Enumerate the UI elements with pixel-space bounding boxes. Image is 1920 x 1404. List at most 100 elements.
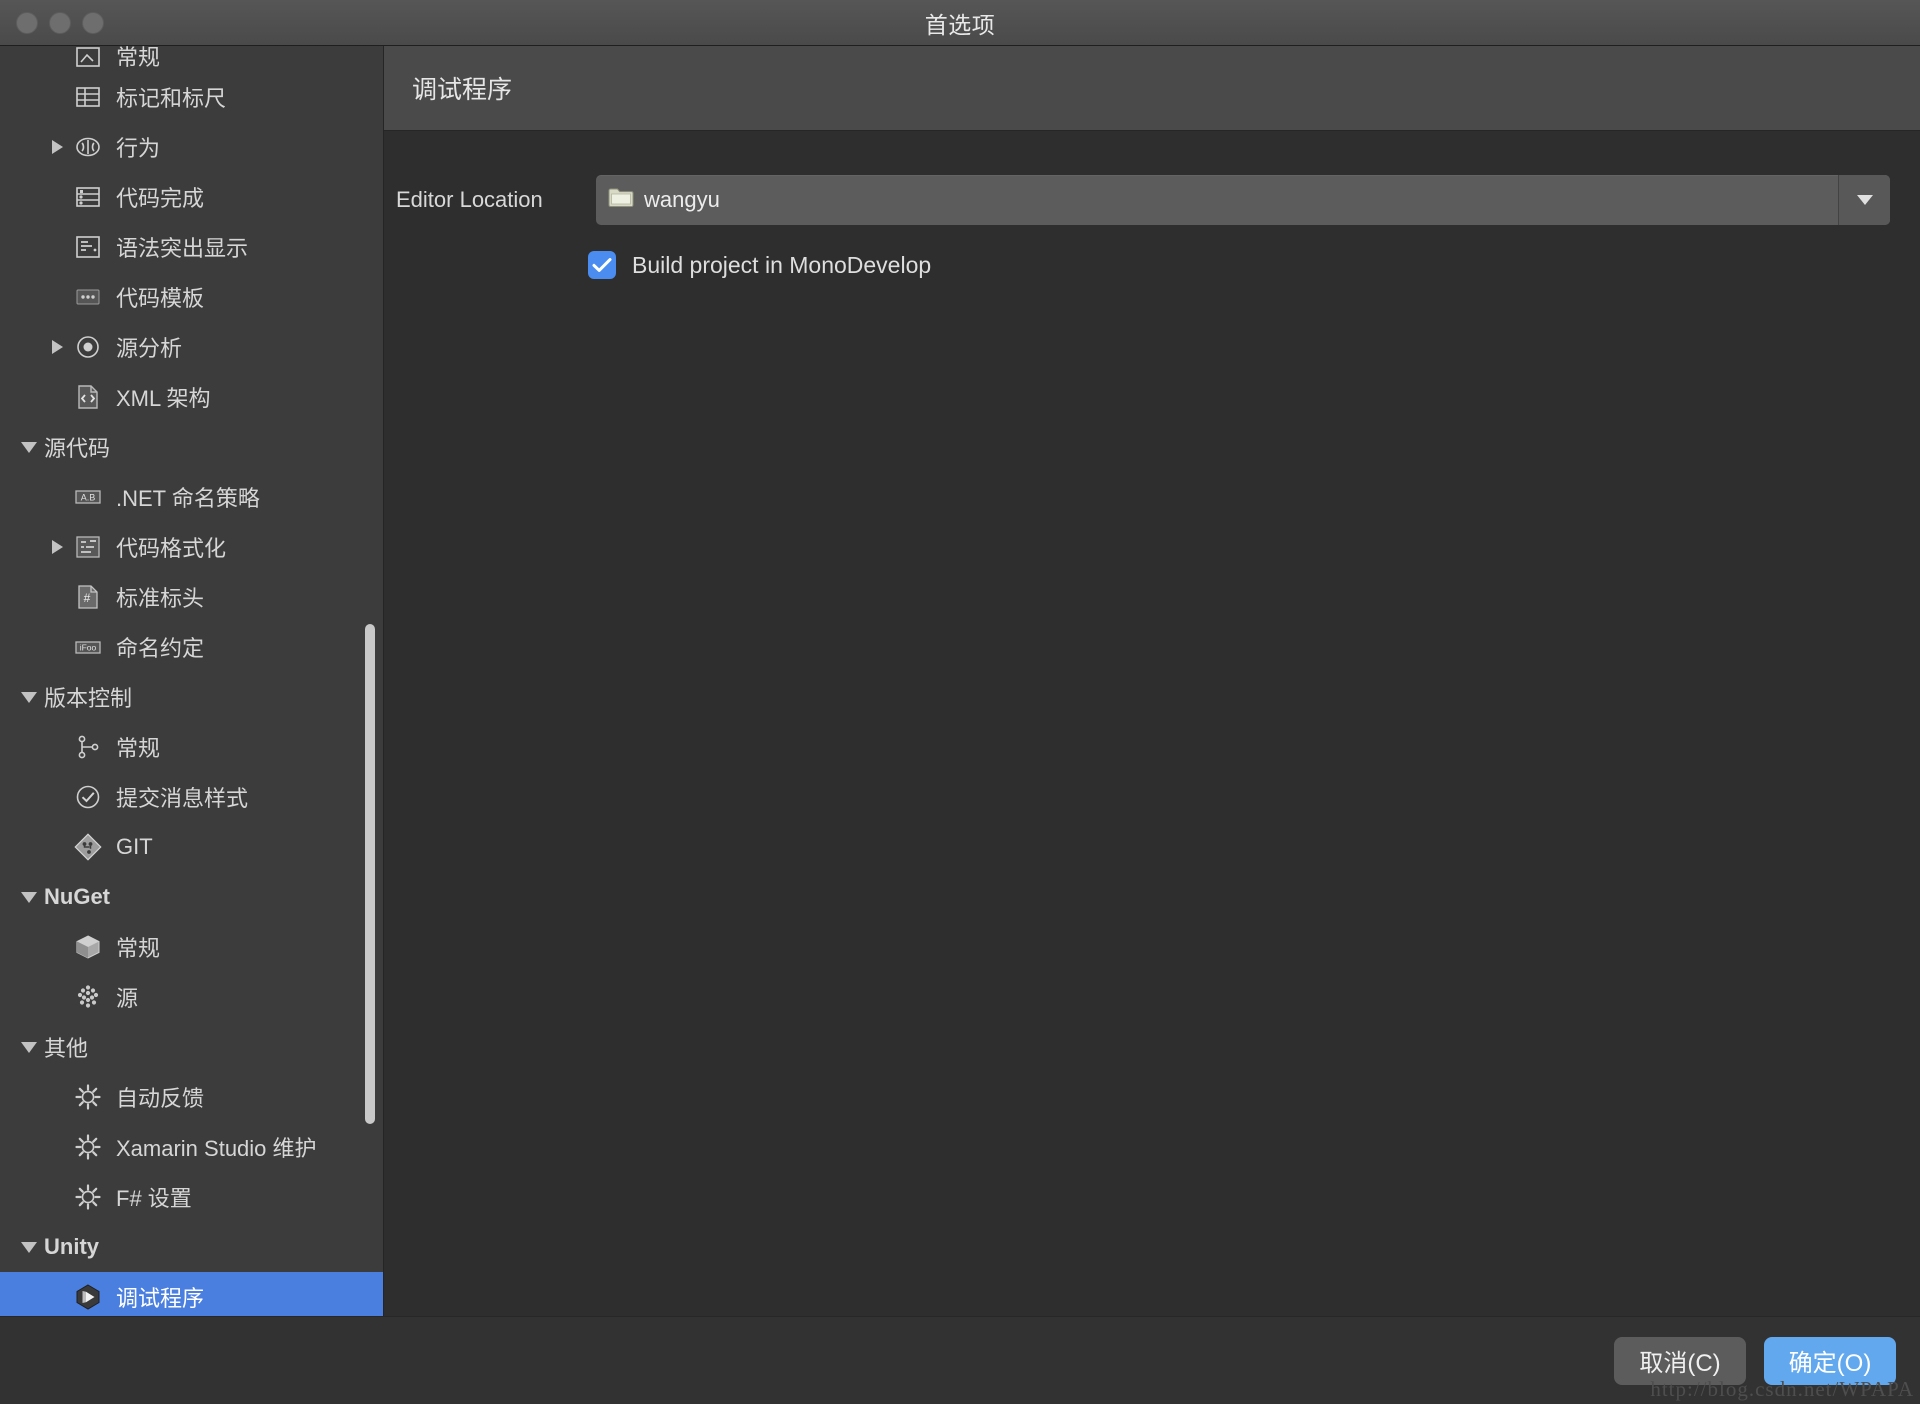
code-completion-icon bbox=[72, 182, 104, 212]
minimize-button[interactable] bbox=[49, 11, 71, 34]
sidebar-item-8[interactable]: 源代码 bbox=[0, 422, 383, 472]
sidebar-item-label: GIT bbox=[116, 834, 153, 859]
chevron-down-icon[interactable] bbox=[14, 1041, 44, 1053]
sidebar-item-label: 代码完成 bbox=[116, 186, 205, 211]
sidebar-item-label: 常规 bbox=[116, 736, 161, 761]
sidebar-item-16[interactable]: GIT bbox=[0, 822, 383, 872]
window-titlebar: 首选项 bbox=[0, 0, 1920, 46]
window-body: 常规 标记和标尺 行为 代码完成 语法突出显示 代码模板 源分析 XML 架构 源代码 A.B .N… bbox=[0, 46, 1920, 1316]
ok-button[interactable]: 确定(O) bbox=[1764, 1336, 1896, 1385]
gear-icon bbox=[72, 1082, 104, 1112]
standard-header-icon: # bbox=[72, 582, 104, 612]
chevron-down-icon[interactable] bbox=[14, 441, 44, 453]
editor-location-dropdown-button[interactable] bbox=[1838, 175, 1890, 225]
sidebar-item-label: 常规 bbox=[116, 936, 161, 961]
chevron-down-icon[interactable] bbox=[14, 691, 44, 703]
editor-location-combobox[interactable]: wangyu bbox=[596, 175, 1890, 225]
build-project-checkbox[interactable] bbox=[588, 251, 616, 279]
sidebar-item-label: 标准标头 bbox=[116, 586, 205, 611]
sidebar-item-18[interactable]: 常规 bbox=[0, 922, 383, 972]
chevron-down-icon[interactable] bbox=[14, 1241, 44, 1253]
sidebar-item-2[interactable]: 行为 bbox=[0, 122, 383, 172]
sidebar-item-label: Xamarin Studio 维护 bbox=[116, 1136, 317, 1161]
sidebar-item-13[interactable]: 版本控制 bbox=[0, 672, 383, 722]
build-project-checkbox-row[interactable]: Build project in MonoDevelop bbox=[384, 251, 1890, 279]
sidebar-item-label: 常规 bbox=[116, 46, 161, 70]
chevron-down-icon[interactable] bbox=[14, 891, 44, 903]
sidebar-item-6[interactable]: 源分析 bbox=[0, 322, 383, 372]
content-main: Editor Location wangyu Build project in … bbox=[384, 131, 1920, 1316]
build-project-label: Build project in MonoDevelop bbox=[632, 251, 932, 278]
code-format-icon bbox=[72, 532, 104, 562]
gear-icon bbox=[72, 1132, 104, 1162]
sidebar-item-label: F# 设置 bbox=[116, 1186, 192, 1211]
commit-message-icon bbox=[72, 782, 104, 812]
sidebar-item-20[interactable]: 其他 bbox=[0, 1022, 383, 1072]
syntax-highlight-icon bbox=[72, 232, 104, 262]
sidebar-item-24[interactable]: Unity bbox=[0, 1222, 383, 1272]
sidebar-item-label: 代码模板 bbox=[116, 286, 205, 311]
naming-convention-icon: iFoo bbox=[72, 632, 104, 662]
preferences-content: 调试程序 Editor Location wangyu Build projec… bbox=[384, 46, 1920, 1316]
chevron-right-icon[interactable] bbox=[42, 140, 72, 154]
cancel-button[interactable]: 取消(C) bbox=[1614, 1336, 1746, 1385]
general-icon bbox=[72, 46, 104, 72]
zoom-button[interactable] bbox=[82, 11, 104, 34]
sidebar-item-label: .NET 命名策略 bbox=[116, 486, 260, 511]
sidebar-item-21[interactable]: 自动反馈 bbox=[0, 1072, 383, 1122]
sidebar-item-label: NuGet bbox=[44, 884, 110, 909]
chevron-right-icon[interactable] bbox=[42, 340, 72, 354]
sidebar-scrollbar[interactable] bbox=[365, 624, 375, 1124]
xml-schema-icon bbox=[72, 382, 104, 412]
editor-location-value-area[interactable]: wangyu bbox=[596, 175, 1838, 225]
sidebar-item-17[interactable]: NuGet bbox=[0, 872, 383, 922]
sidebar-item-1[interactable]: 标记和标尺 bbox=[0, 72, 383, 122]
unity-icon bbox=[72, 1282, 104, 1312]
sidebar-item-label: 标记和标尺 bbox=[116, 86, 227, 111]
markers-rulers-icon bbox=[72, 82, 104, 112]
behavior-brain-icon bbox=[72, 132, 104, 162]
sidebar-item-label: 语法突出显示 bbox=[116, 236, 249, 261]
sidebar-item-22[interactable]: Xamarin Studio 维护 bbox=[0, 1122, 383, 1172]
svg-text:iFoo: iFoo bbox=[80, 643, 97, 653]
sidebar-item-3[interactable]: 代码完成 bbox=[0, 172, 383, 222]
net-naming-icon: A.B bbox=[72, 482, 104, 512]
sidebar-item-5[interactable]: 代码模板 bbox=[0, 272, 383, 322]
sidebar-item-12[interactable]: iFoo 命名约定 bbox=[0, 622, 383, 672]
window-title: 首选项 bbox=[924, 11, 996, 38]
sidebar-scrollbar-thumb[interactable] bbox=[365, 624, 375, 1124]
chevron-right-icon[interactable] bbox=[42, 540, 72, 554]
editor-location-row: Editor Location wangyu bbox=[384, 175, 1890, 225]
close-button[interactable] bbox=[16, 11, 38, 34]
sidebar-item-23[interactable]: F# 设置 bbox=[0, 1172, 383, 1222]
check-icon bbox=[592, 258, 612, 272]
sidebar-item-4[interactable]: 语法突出显示 bbox=[0, 222, 383, 272]
git-icon bbox=[72, 832, 104, 862]
sidebar-item-label: 代码格式化 bbox=[116, 536, 227, 561]
editor-location-value: wangyu bbox=[644, 187, 720, 212]
sidebar-item-15[interactable]: 提交消息样式 bbox=[0, 772, 383, 822]
preferences-window: 首选项 常规 标记和标尺 行为 代码完成 语法突出显示 代码模板 源分析 XML 架构 源代码 A… bbox=[0, 0, 1920, 1404]
sidebar-item-11[interactable]: # 标准标头 bbox=[0, 572, 383, 622]
vcs-general-icon bbox=[72, 732, 104, 762]
sidebar-item-label: Unity bbox=[44, 1234, 99, 1259]
chevron-down-icon bbox=[1856, 195, 1873, 205]
sidebar-item-25[interactable]: 调试程序 bbox=[0, 1272, 383, 1316]
sidebar-item-10[interactable]: 代码格式化 bbox=[0, 522, 383, 572]
sidebar-item-7[interactable]: XML 架构 bbox=[0, 372, 383, 422]
preferences-sidebar[interactable]: 常规 标记和标尺 行为 代码完成 语法突出显示 代码模板 源分析 XML 架构 源代码 A.B .N… bbox=[0, 46, 384, 1316]
svg-text:#: # bbox=[84, 591, 91, 605]
source-analysis-icon bbox=[72, 332, 104, 362]
window-controls bbox=[16, 11, 104, 34]
preferences-tree: 常规 标记和标尺 行为 代码完成 语法突出显示 代码模板 源分析 XML 架构 源代码 A.B .N… bbox=[0, 46, 383, 1316]
nuget-sources-icon bbox=[72, 982, 104, 1012]
sidebar-item-label: 版本控制 bbox=[44, 686, 133, 711]
sidebar-item-label: 源 bbox=[116, 986, 139, 1011]
sidebar-item-label: 源分析 bbox=[116, 336, 183, 361]
sidebar-item-label: 调试程序 bbox=[116, 1286, 205, 1311]
sidebar-item-19[interactable]: 源 bbox=[0, 972, 383, 1022]
sidebar-item-9[interactable]: A.B .NET 命名策略 bbox=[0, 472, 383, 522]
dialog-footer: 取消(C) 确定(O) http://blog.csdn.net/WPAPA bbox=[0, 1316, 1920, 1404]
sidebar-item-14[interactable]: 常规 bbox=[0, 722, 383, 772]
sidebar-item-0[interactable]: 常规 bbox=[0, 46, 383, 72]
